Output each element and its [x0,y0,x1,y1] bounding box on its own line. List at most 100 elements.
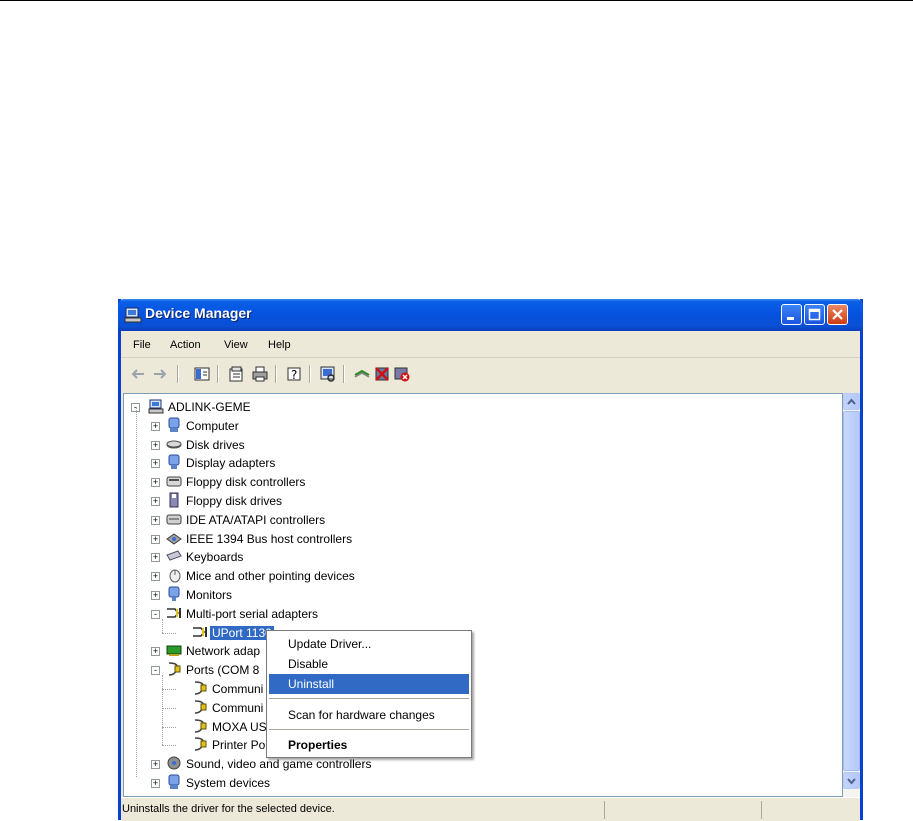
ieee-icon [166,532,182,545]
scan-hardware-icon[interactable] [319,365,337,383]
menu-item-disable[interactable]: Disable [269,654,469,674]
show-hide-tree-icon[interactable] [193,365,211,383]
monitor-icon [168,586,180,601]
minimize-icon [787,317,794,320]
port-icon [194,737,207,752]
tree-child-communi[interactable]: Communi [124,699,824,717]
tree-item-label: Communi [212,700,264,715]
title-bar[interactable]: Device Manager [118,299,863,331]
expand-expander[interactable]: + [151,515,160,525]
disable-device-icon[interactable] [373,365,391,383]
tree-item-floppy-disk-drives[interactable]: + Floppy disk drives [124,492,824,510]
status-divider [604,801,605,819]
floppy-icon [169,492,179,508]
display-icon [168,454,180,470]
properties-icon[interactable] [227,365,245,383]
toolbar-separator [343,365,345,383]
menu-view[interactable]: View [224,339,248,351]
expand-expander[interactable]: + [151,779,160,788]
tree-item-label: Communi [212,682,264,696]
scroll-thumb[interactable] [843,411,860,771]
menu-file[interactable]: File [133,339,151,351]
tree-child-uport-1130[interactable]: UPort 1130 [124,624,824,642]
tree-item-label: Floppy disk controllers [186,475,306,490]
tree-item-label: IDE ATA/ATAPI controllers [186,512,326,527]
chevron-down-icon [847,778,856,785]
close-icon [832,309,843,320]
scroll-down-button[interactable] [843,772,860,789]
menu-item-properties[interactable]: Properties [269,735,469,755]
tree-child-communi[interactable]: Communi [124,680,824,698]
status-bar: Uninstalls the driver for the selected d… [121,797,860,821]
device-manager-icon [124,307,142,323]
port-icon [194,681,207,695]
expand-expander[interactable]: + [151,760,160,770]
ide-icon [166,514,182,525]
menu-help[interactable]: Help [268,339,291,351]
tree-item-label: Mice and other pointing devices [186,569,355,584]
tree-item-ieee-1394-bus-host-controllers[interactable]: + IEEE 1394 Bus host controllers [124,530,824,548]
tree-item-keyboards[interactable]: + Keyboards [124,548,824,566]
menu-item-scan-hardware[interactable]: Scan for hardware changes [269,705,469,725]
tree-item-label: Floppy disk drives [186,494,283,508]
forward-arrow-icon[interactable] [151,365,169,383]
tree-item-label: System devices [186,776,271,790]
collapse-expander[interactable]: - [151,609,160,619]
tree-item-display-adapters[interactable]: + Display adapters [124,454,824,472]
tree-guide-line [162,745,176,747]
vertical-scrollbar[interactable] [843,393,860,797]
update-driver-icon[interactable] [353,365,371,383]
expand-expander[interactable]: + [151,440,160,450]
expand-expander[interactable]: + [151,478,160,488]
menu-item-uninstall[interactable]: Uninstall [269,674,469,694]
disk-icon [166,440,182,449]
tree-item-ide-ata-atapi-controllers[interactable]: + IDE ATA/ATAPI controllers [124,511,824,529]
tree-item-system-devices[interactable]: + System devices [124,774,824,792]
expand-expander[interactable]: + [151,591,160,600]
device-manager-window: Device Manager File Action View Help ? -… [118,299,863,821]
tree-item-disk-drives[interactable]: + Disk drives [124,436,824,454]
tree-item-computer[interactable]: + Computer [124,417,824,435]
tree-item-label: Printer Po [212,738,266,753]
tree-item-floppy-disk-controllers[interactable]: + Floppy disk controllers [124,473,824,491]
expand-expander[interactable]: + [151,553,160,563]
tree-item-label: Ports (COM 8 [186,663,260,678]
help-icon[interactable]: ? [285,365,303,383]
tree-root[interactable]: - ADLINK-GEME [124,398,824,416]
tree-item-network-adap[interactable]: + Network adap [124,642,824,660]
print-icon[interactable] [251,365,269,383]
status-divider [761,801,762,819]
svg-text:?: ? [291,368,297,382]
tree-item-label: Sound, video and game controllers [186,757,372,772]
tree-guide-line [162,726,176,729]
expand-expander[interactable]: + [151,421,160,431]
expand-expander[interactable]: + [151,647,160,657]
device-tree[interactable]: - ADLINK-GEME + Computer + Disk drives + Displa… [123,393,843,797]
menu-action[interactable]: Action [170,339,201,351]
expand-expander[interactable]: + [151,459,160,469]
maximize-icon [808,308,821,321]
collapse-expander[interactable]: - [151,666,160,676]
tree-item-label: Keyboards [186,550,244,565]
expand-expander[interactable]: + [151,572,160,582]
tree-child-moxa-us[interactable]: MOXA US [124,718,824,736]
close-button[interactable] [827,304,848,325]
menu-item-update-driver[interactable]: Update Driver... [269,634,469,654]
maximize-button[interactable] [804,304,825,325]
tree-item-ports-com-8[interactable]: - Ports (COM 8 [124,661,824,679]
port-icon [194,700,207,714]
network-icon [166,645,182,657]
tree-item-mice-and-other-pointing-devices[interactable]: + Mice and other pointing devices [124,567,824,585]
tree-child-printer-po[interactable]: Printer Po [124,736,824,754]
tree-guide-line [162,707,176,710]
tree-item-monitors[interactable]: + Monitors [124,586,824,604]
minimize-button[interactable] [781,304,802,325]
expand-expander[interactable]: + [151,534,160,544]
tree-item-multi-port-serial-adapters[interactable]: - Multi-port serial adapters [124,605,824,623]
expand-expander[interactable]: + [151,497,160,506]
uninstall-device-icon[interactable] [393,365,411,383]
scroll-up-button[interactable] [843,393,860,410]
tree-root-label: ADLINK-GEME [168,400,251,414]
tree-item-sound-video-and-game-controllers[interactable]: + Sound, video and game controllers [124,755,824,773]
back-arrow-icon[interactable] [129,365,147,383]
